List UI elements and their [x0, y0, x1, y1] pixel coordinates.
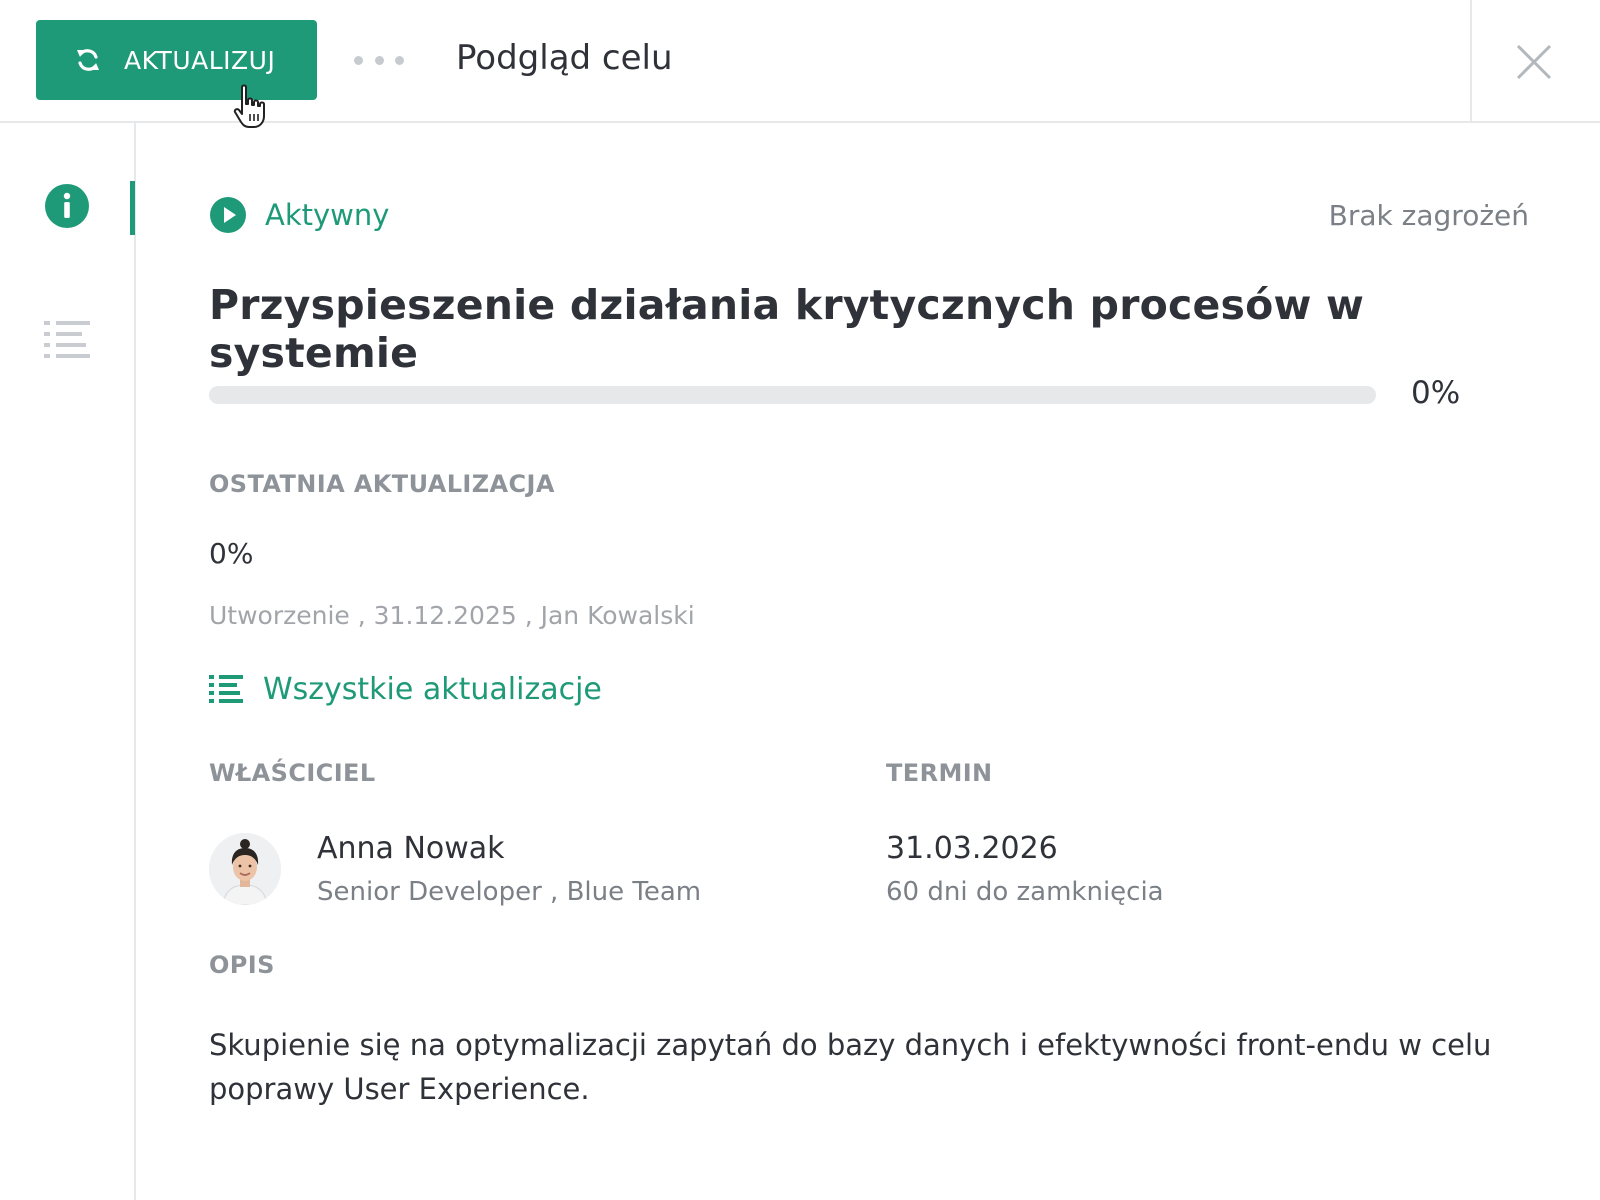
- last-update-label: OSTATNIA AKTUALIZACJA: [209, 470, 555, 498]
- deadline-label: TERMIN: [886, 759, 993, 787]
- risk-status: Brak zagrożeń: [1328, 199, 1529, 232]
- more-dot: [374, 55, 384, 65]
- more-horizontal-icon[interactable]: [354, 48, 404, 72]
- more-dot: [354, 55, 363, 65]
- progress-bar: [209, 386, 1376, 404]
- owner-name: Anna Nowak: [317, 831, 505, 866]
- update-button-label: AKTUALIZUJ: [124, 45, 276, 75]
- active-tab-indicator: [130, 181, 135, 235]
- sidebar-tabs: [0, 123, 136, 1200]
- owner-label: WŁAŚCICIEL: [209, 759, 376, 787]
- info-icon: [45, 184, 89, 228]
- deadline-remaining: 60 dni do zamknięcia: [886, 877, 1164, 907]
- goal-preview: Aktywny Brak zagrożeń Przyspieszenie dzi…: [209, 123, 1529, 1200]
- refresh-icon: [74, 46, 102, 74]
- description-label: OPIS: [209, 951, 275, 979]
- tab-info[interactable]: [44, 183, 90, 229]
- description-text: Skupienie się na optymalizacji zapytań d…: [209, 1028, 1492, 1106]
- last-update-value: 0%: [209, 537, 254, 570]
- header-divider: [1470, 0, 1472, 121]
- status-label: Aktywny: [265, 198, 390, 232]
- dialog-header: AKTUALIZUJ Podgląd celu: [0, 0, 1600, 128]
- avatar: [209, 833, 281, 905]
- all-updates-label: Wszystkie aktualizacje: [263, 671, 602, 707]
- tab-list[interactable]: [44, 319, 90, 359]
- close-icon[interactable]: [1514, 42, 1554, 82]
- owner-role: Senior Developer , Blue Team: [317, 877, 702, 907]
- deadline-date: 31.03.2026: [886, 831, 1058, 866]
- more-dot: [395, 55, 404, 65]
- list-icon: [44, 321, 90, 358]
- status-badge: Aktywny: [209, 195, 389, 235]
- play-icon: [209, 196, 247, 234]
- page-title: Podgląd celu: [456, 38, 673, 78]
- last-update-meta: Utworzenie , 31.12.2025 , Jan Kowalski: [209, 601, 695, 630]
- update-button[interactable]: AKTUALIZUJ: [36, 20, 317, 100]
- goal-title: Przyspieszenie działania krytycznych pro…: [209, 281, 1365, 377]
- list-icon: [209, 674, 243, 704]
- all-updates-link[interactable]: Wszystkie aktualizacje: [209, 669, 602, 709]
- progress-percent: 0%: [1411, 375, 1461, 411]
